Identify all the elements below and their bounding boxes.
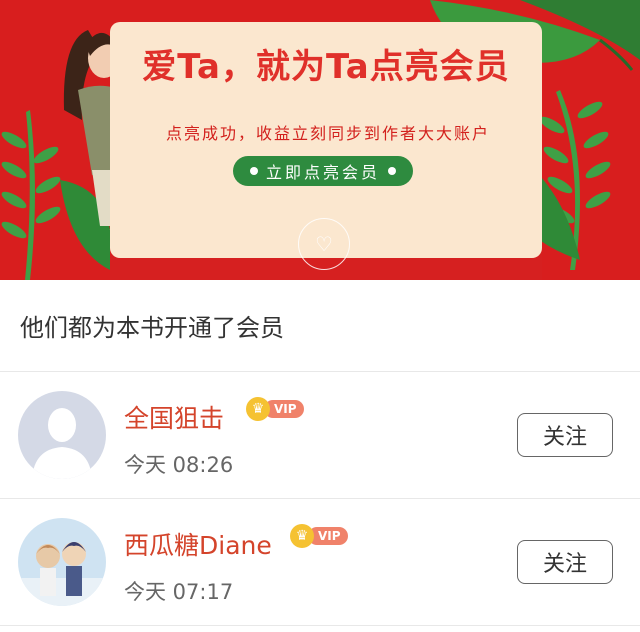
timestamp: 今天 08:26 <box>124 453 234 477</box>
membership-banner[interactable]: 爱Ta，就为Ta点亮会员 点亮成功，收益立刻同步到作者大大账户 立即点亮会员 ♡ <box>0 0 640 280</box>
activate-membership-button[interactable]: 立即点亮会员 <box>233 156 413 186</box>
list-item: 西瓜糖Diane ♛ VIP 今天 07:17 关注 <box>0 500 640 626</box>
dot-icon <box>249 167 258 175</box>
member-name[interactable]: 全国狙击 <box>124 399 224 435</box>
cta-label: 立即点亮会员 <box>265 163 380 182</box>
heart-seal-icon: ♡ <box>298 218 350 270</box>
default-avatar-icon[interactable] <box>18 391 106 479</box>
follow-button[interactable]: 关注 <box>517 413 613 457</box>
user-avatar[interactable] <box>18 518 106 606</box>
section-title: 他们都为本书开通了会员 <box>0 280 640 372</box>
banner-subline: 点亮成功，收益立刻同步到作者大大账户 <box>165 124 490 143</box>
crown-icon: ♛ <box>246 397 270 421</box>
crown-icon: ♛ <box>290 524 314 548</box>
vip-badge: ♛ VIP <box>246 397 304 421</box>
list-item: 全国狙击 ♛ VIP 今天 08:26 关注 <box>0 373 640 499</box>
banner-headline: 爱Ta，就为Ta点亮会员 <box>142 47 510 87</box>
follow-button[interactable]: 关注 <box>517 540 613 584</box>
member-name[interactable]: 西瓜糖Diane <box>124 526 272 562</box>
dot-icon <box>388 167 396 175</box>
vip-badge: ♛ VIP <box>290 524 348 548</box>
timestamp: 今天 07:17 <box>124 580 234 604</box>
